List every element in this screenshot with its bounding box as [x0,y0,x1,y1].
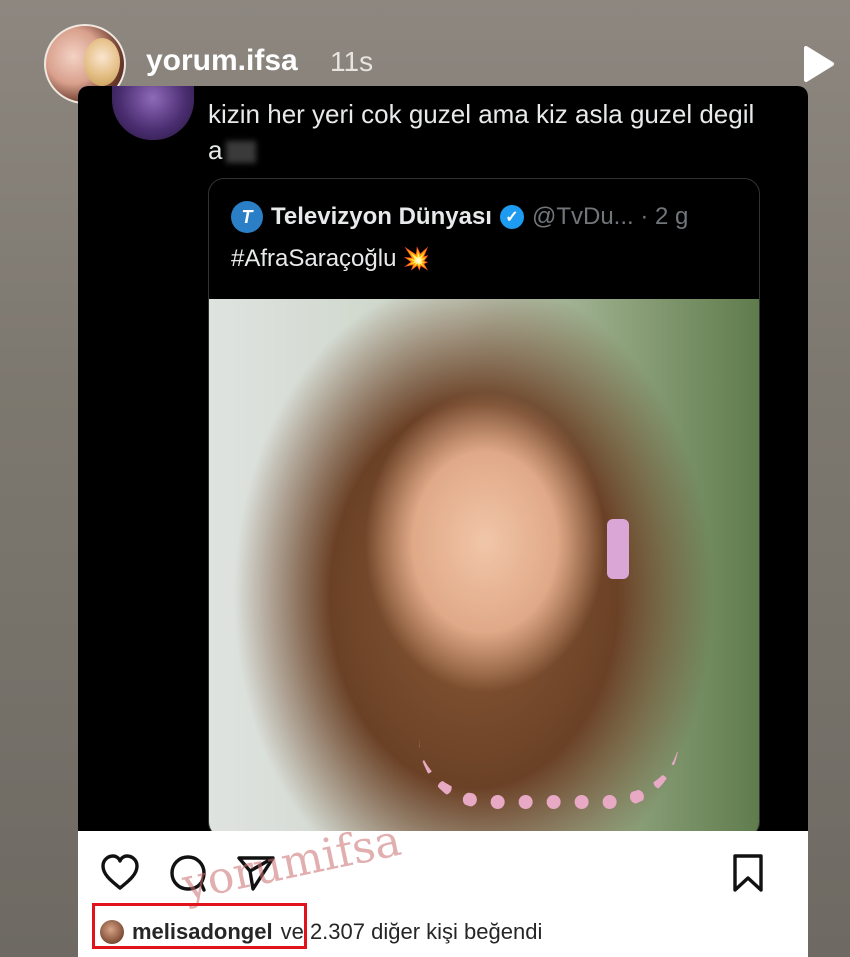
collision-emoji-icon: 💥 [402,246,430,271]
verified-badge-icon: ✓ [499,205,524,229]
heart-icon[interactable] [100,853,140,893]
quoted-tweet-photo [209,299,759,837]
tv-dunyasi-logo-icon: T [231,201,263,233]
reply-avatar [112,86,194,140]
tweet-screenshot: kizin her yeri cok guzel ama kiz asla gu… [78,86,808,838]
highlight-box [92,903,307,949]
hashtag: #AfraSaraçoğlu [231,245,397,272]
photo-earring [607,519,629,579]
blurred-emoji-icon [226,141,257,164]
quoted-account-name: Televizyon Dünyası [271,203,492,230]
quoted-handle-time: @TvDu... · 2 g [531,203,689,230]
photo-necklace [419,739,679,809]
shared-post-card: kizin her yeri cok guzel ama kiz asla gu… [78,86,808,957]
reply-text: kizin her yeri cok guzel ama kiz asla gu… [208,96,768,168]
bookmark-icon[interactable] [728,853,768,893]
avatar-face [84,38,120,86]
story-header: yorum.ifsa 11s [0,0,850,104]
play-icon[interactable] [800,44,836,84]
story-username[interactable]: yorum.ifsa [146,44,298,78]
quoted-tweet-text: #AfraSaraçoğlu 💥 [231,245,430,273]
likes-count-text: ve 2.307 diğer kişi beğendi [280,919,543,944]
reply-text-body: kizin her yeri cok guzel ama kiz asla gu… [208,99,755,165]
story-time: 11s [330,46,374,77]
quoted-tweet[interactable]: T Televizyon Dünyası ✓ @TvDu... · 2 g #A… [208,178,760,838]
quoted-tweet-header: T Televizyon Dünyası ✓ @TvDu... · 2 g [231,201,688,233]
